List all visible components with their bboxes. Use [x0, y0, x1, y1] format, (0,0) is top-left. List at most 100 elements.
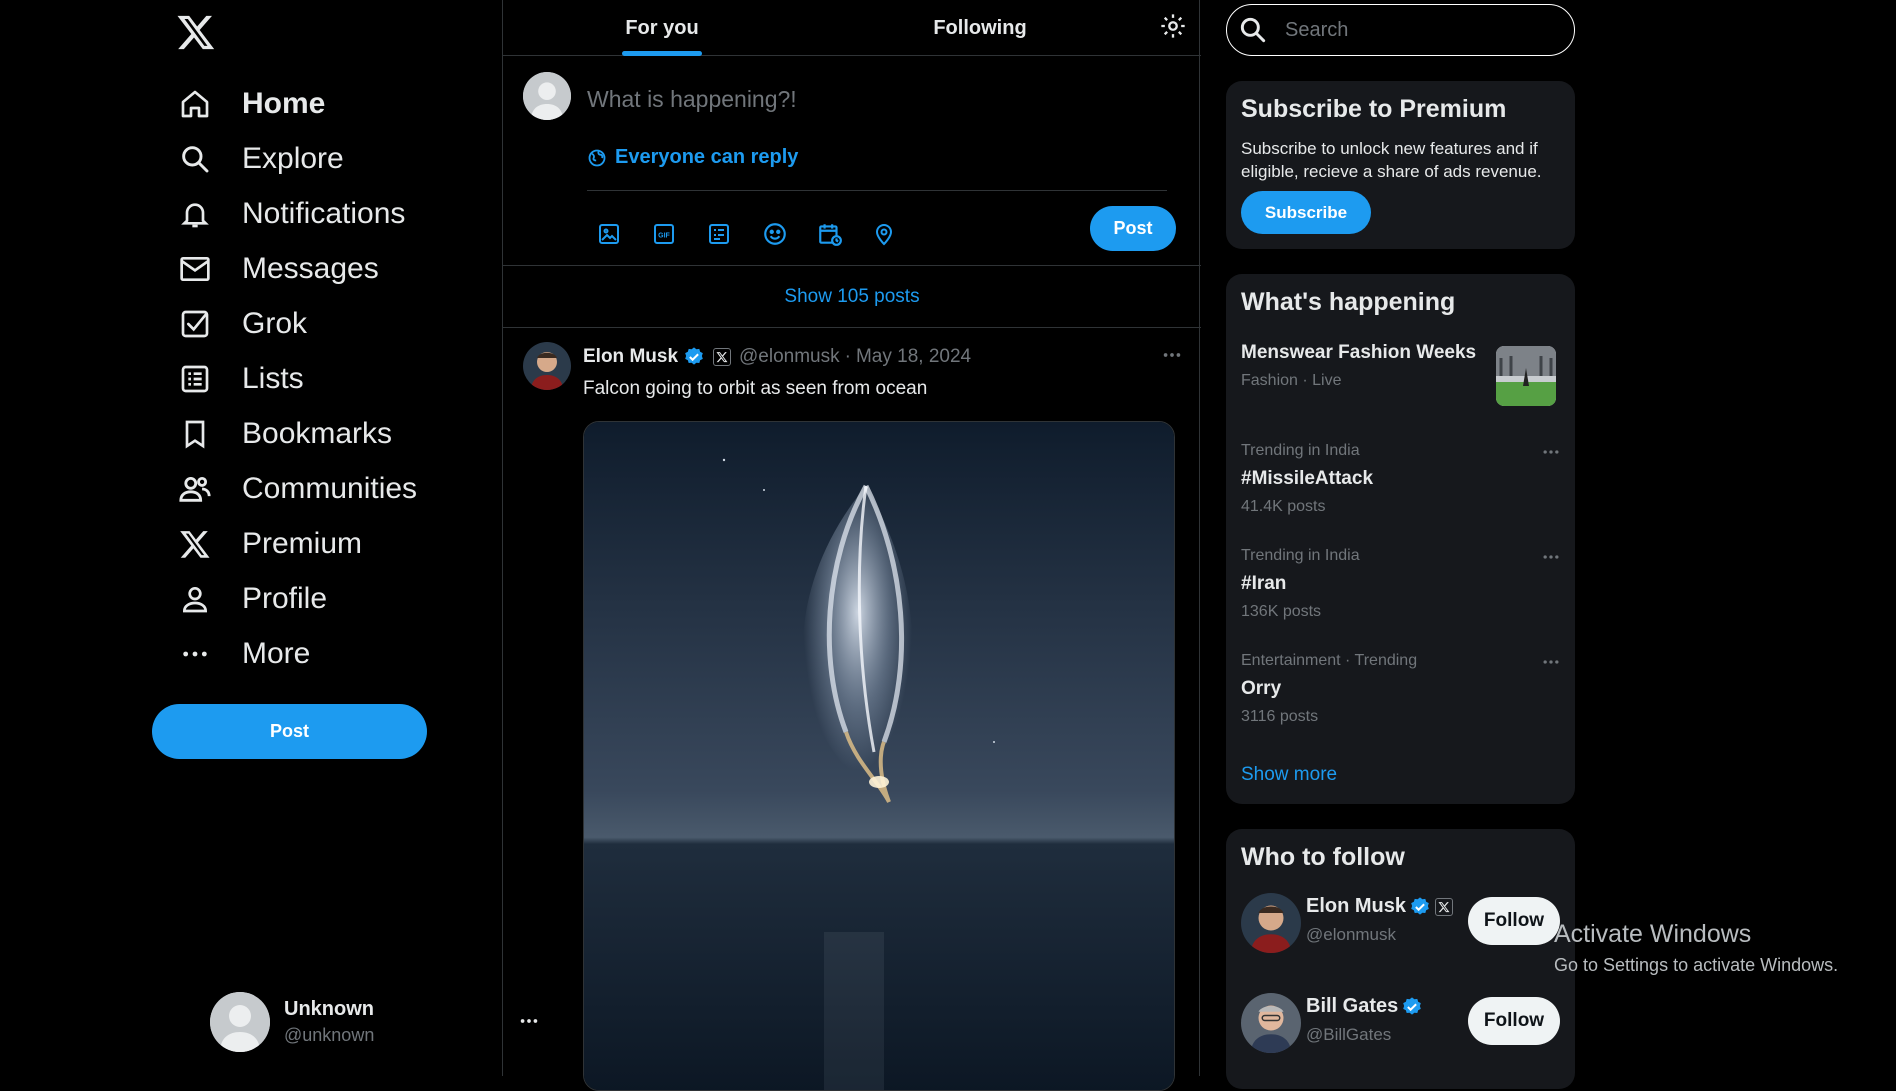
trend-count: 3116 posts [1241, 708, 1319, 725]
avatar[interactable] [523, 342, 571, 390]
follow-button[interactable]: Follow [1468, 897, 1560, 945]
sidebar-item-communities[interactable]: Communities [176, 463, 417, 515]
tab-label: For you [625, 16, 699, 39]
tweet-image[interactable] [583, 421, 1175, 1091]
sidebar-item-label: Lists [242, 362, 304, 395]
show-more-link[interactable]: Show more [1241, 764, 1337, 786]
follow-suggestion[interactable]: Elon Musk @elonmusk Follow [1241, 893, 1561, 957]
compose-post-button[interactable]: Post [1090, 206, 1176, 251]
subscribe-button[interactable]: Subscribe [1241, 191, 1371, 234]
more-dots-icon[interactable] [1541, 652, 1561, 672]
premium-description: Subscribe to unlock new features and if … [1241, 139, 1542, 181]
reply-setting-label: Everyone can reply [615, 146, 799, 168]
gif-icon[interactable]: GIF [652, 214, 707, 254]
trend-thumbnail [1496, 346, 1556, 406]
composer-toolbar: GIF [597, 214, 927, 254]
affiliate-x-badge-icon [1435, 897, 1454, 916]
poll-icon[interactable] [707, 214, 762, 254]
verified-badge-icon [1409, 896, 1431, 918]
sidebar-item-label: Notifications [242, 197, 406, 230]
premium-card: Subscribe to Premium Subscribe to unlock… [1226, 81, 1575, 249]
reply-setting-button[interactable]: Everyone can reply [587, 146, 798, 169]
trend-context: Entertainment · Trending [1241, 652, 1418, 669]
people-icon [176, 470, 214, 508]
sidebar-item-bookmarks[interactable]: Bookmarks [176, 408, 392, 460]
bookmark-icon [176, 415, 214, 453]
sidebar-item-explore[interactable]: Explore [176, 133, 344, 185]
sidebar-item-label: Profile [242, 582, 328, 615]
post-button[interactable]: Post [152, 704, 427, 759]
author-name[interactable]: Elon Musk [583, 346, 678, 368]
svg-text:GIF: GIF [658, 233, 670, 240]
trending-title: What's happening [1241, 288, 1456, 316]
sidebar-item-premium[interactable]: Premium [176, 518, 362, 570]
sidebar-item-label: Explore [242, 142, 344, 175]
separator: · [844, 346, 851, 367]
watermark-subtitle: Go to Settings to activate Windows. [1554, 955, 1839, 975]
sidebar-item-home[interactable]: Home [176, 78, 325, 130]
more-dots-icon[interactable] [1541, 442, 1561, 462]
suggestion-name-row: Bill Gates [1306, 995, 1423, 1018]
tweet-text: Falcon going to orbit as seen from ocean [583, 378, 928, 399]
envelope-icon [176, 250, 214, 288]
more-dots-icon[interactable] [1161, 344, 1183, 366]
sidebar-item-label: Home [242, 87, 326, 120]
premium-title: Subscribe to Premium [1241, 95, 1507, 123]
trend-item[interactable]: Entertainment · Trending Orry 3116 posts [1241, 652, 1561, 726]
account-name: Unknown [284, 998, 374, 1020]
who-to-follow-title: Who to follow [1241, 843, 1405, 871]
account-switcher[interactable]: Unknown @unknown [210, 990, 540, 1054]
follow-button[interactable]: Follow [1468, 997, 1560, 1045]
search-bar[interactable] [1226, 4, 1575, 56]
sidebar: Home Explore Notifications Messages Grok… [150, 0, 538, 1076]
avatar[interactable] [1241, 993, 1301, 1053]
whats-happening-card: What's happening Menswear Fashion Weeks … [1226, 274, 1575, 804]
trend-title: #MissileAttack [1241, 468, 1374, 489]
sidebar-item-notifications[interactable]: Notifications [176, 188, 405, 240]
sidebar-item-label: Communities [242, 472, 418, 505]
trend-item[interactable]: Trending in India #Iran 136K posts [1241, 547, 1561, 621]
emoji-icon[interactable] [762, 214, 817, 254]
search-icon [176, 140, 214, 178]
sidebar-item-label: Grok [242, 307, 308, 340]
image-icon[interactable] [597, 214, 652, 254]
right-sidebar: Subscribe to Premium Subscribe to unlock… [1226, 0, 1576, 1089]
globe-icon [587, 148, 615, 168]
verified-badge-icon [683, 346, 705, 368]
search-input[interactable] [1283, 17, 1533, 43]
sidebar-item-grok[interactable]: Grok [176, 298, 307, 350]
tab-following[interactable]: Following [821, 0, 1139, 56]
tweet-header: Elon Musk @elonmusk · May 18, 2024 [583, 346, 971, 368]
compose-input[interactable]: What is happening?! [587, 86, 797, 113]
follow-suggestion[interactable]: Bill Gates @BillGates Follow [1241, 993, 1561, 1057]
suggestion-handle: @BillGates [1306, 1025, 1392, 1044]
sidebar-item-more[interactable]: More [176, 628, 310, 680]
suggestion-handle: @elonmusk [1306, 925, 1397, 944]
show-new-posts-button[interactable]: Show 105 posts [503, 266, 1201, 328]
post-composer: What is happening?! Everyone can reply G… [503, 56, 1201, 266]
schedule-icon[interactable] [817, 214, 872, 254]
trend-title: Orry [1241, 678, 1282, 699]
location-icon[interactable] [872, 214, 927, 254]
sidebar-item-messages[interactable]: Messages [176, 243, 379, 295]
trend-count: 136K posts [1241, 603, 1322, 620]
tab-label: Following [933, 16, 1027, 39]
gear-icon[interactable] [1159, 12, 1187, 40]
affiliate-x-badge-icon [713, 348, 732, 366]
x-logo[interactable] [176, 12, 222, 58]
avatar [210, 992, 270, 1052]
author-handle[interactable]: @elonmusk [739, 346, 840, 368]
suggestion-name-row: Elon Musk [1306, 895, 1461, 918]
trend-item[interactable]: Trending in India #MissileAttack 41.4K p… [1241, 442, 1561, 516]
tab-for-you[interactable]: For you [503, 0, 821, 56]
tweet[interactable]: Elon Musk @elonmusk · May 18, 2024 Falco… [503, 328, 1201, 1091]
more-dots-icon[interactable] [1541, 547, 1561, 567]
main-timeline: For you Following What is happening?! Ev… [502, 0, 1201, 1091]
tweet-date[interactable]: May 18, 2024 [856, 346, 971, 368]
search-icon [1227, 14, 1269, 46]
activate-windows-watermark: Activate Windows Go to Settings to activ… [1554, 920, 1838, 976]
sidebar-item-profile[interactable]: Profile [176, 573, 327, 625]
sidebar-item-label: Bookmarks [242, 417, 393, 450]
avatar[interactable] [1241, 893, 1301, 953]
sidebar-item-lists[interactable]: Lists [176, 353, 304, 405]
